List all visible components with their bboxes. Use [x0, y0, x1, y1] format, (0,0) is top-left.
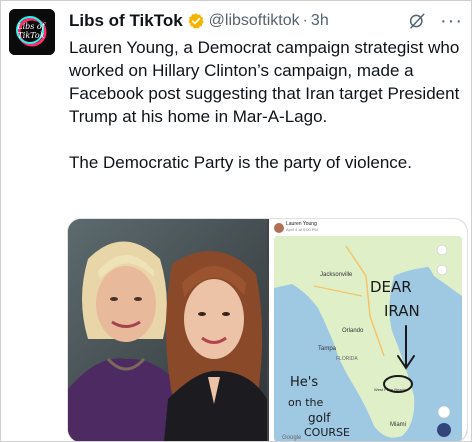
grok-icon[interactable] — [408, 12, 426, 30]
handwriting-hes: He's — [290, 375, 318, 390]
tweet-text: Lauren Young, a Democrat campaign strate… — [69, 36, 465, 174]
handwriting-on-the: on the — [288, 396, 323, 409]
handwriting-iran: IRAN — [384, 302, 420, 320]
map-label-google: Google — [282, 435, 302, 441]
facebook-post-header: Lauren Young April 4 at 9:00 PM — [269, 219, 467, 235]
handwriting-dear: DEAR — [370, 278, 412, 296]
svg-text:TikTok: TikTok — [17, 31, 44, 40]
poster-avatar — [274, 223, 284, 233]
tweet-header: Libs of TikTok @libsoftiktok · 3h ··· — [69, 10, 463, 32]
map-label-orlando: Orlando — [342, 328, 364, 334]
tweet-card[interactable]: Libs of TikTok Libs of TikTok @libsoftik… — [0, 0, 472, 442]
timestamp[interactable]: 3h — [311, 12, 329, 30]
handle[interactable]: @libsoftiktok — [209, 12, 300, 30]
poster-date: April 4 at 9:00 PM — [286, 227, 318, 232]
map-label-tampa: Tampa — [318, 346, 337, 352]
selfie-photo[interactable] — [68, 219, 267, 441]
separator-dot: · — [302, 12, 308, 29]
tweet-media[interactable]: Lauren Young April 4 at 9:00 PM Jacksonv… — [67, 218, 468, 441]
tweet-paragraph: Lauren Young, a Democrat campaign strate… — [69, 38, 460, 126]
more-options-icon[interactable]: ··· — [440, 11, 463, 31]
map-label-jacksonville: Jacksonville — [320, 272, 353, 278]
verified-badge-icon — [187, 12, 205, 30]
handwriting-golf: golf — [308, 411, 331, 425]
avatar[interactable]: Libs of TikTok — [9, 9, 55, 55]
facebook-post-screenshot[interactable]: Lauren Young April 4 at 9:00 PM Jacksonv… — [269, 219, 467, 441]
avatar-logo-text: Libs of — [16, 22, 46, 31]
florida-map: Jacksonville Orlando Tampa FLORIDA West … — [274, 236, 462, 441]
map-label-miami: Miami — [390, 422, 406, 428]
tweet-paragraph: The Democratic Party is the party of vio… — [69, 153, 412, 172]
display-name[interactable]: Libs of TikTok — [69, 11, 183, 31]
map-label-florida: FLORIDA — [336, 356, 358, 362]
handwriting-course: COURSE — [304, 426, 350, 439]
